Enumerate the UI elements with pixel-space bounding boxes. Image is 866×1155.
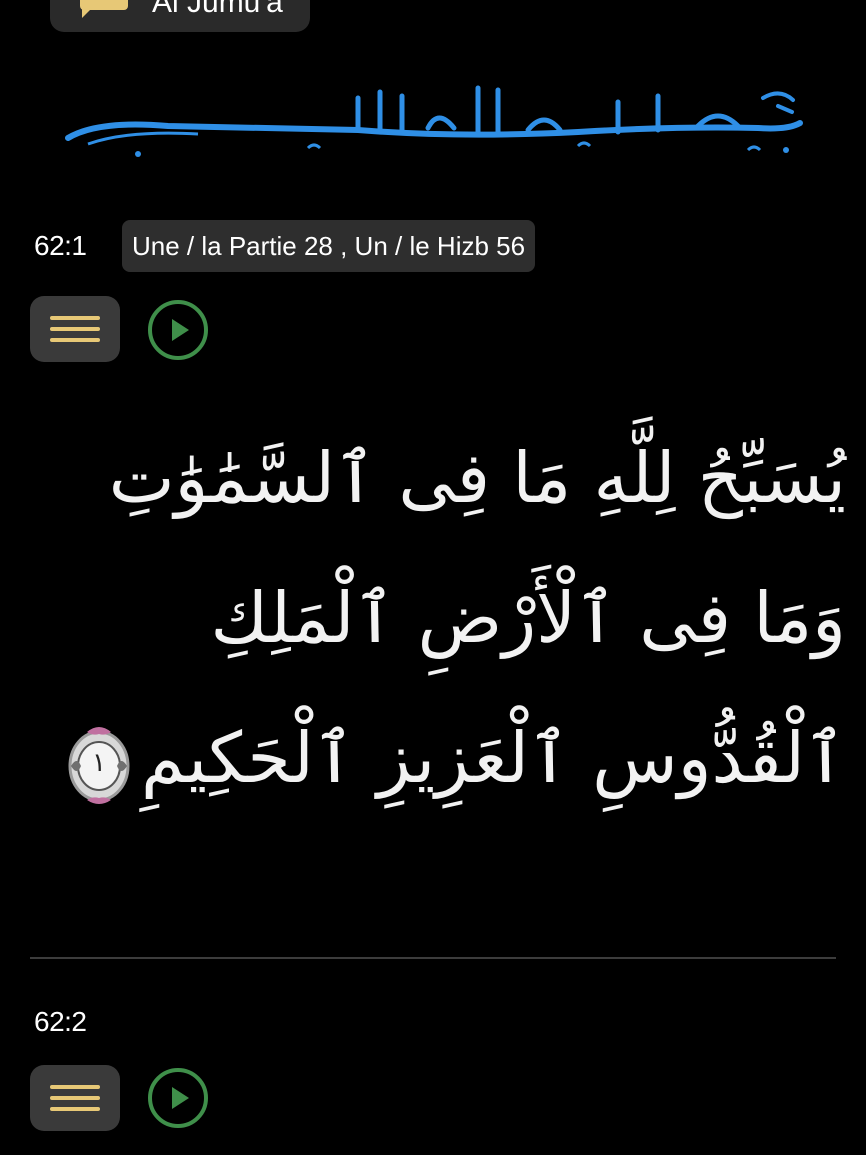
verse-divider bbox=[30, 957, 836, 959]
speech-bubble-icon bbox=[80, 0, 130, 18]
juz-hizb-badge: Une / la Partie 28 , Un / le Hizb 56 bbox=[122, 220, 536, 272]
ayah-text: يُسَبِّحُ لِلَّهِ مَا فِى ٱلسَّمَٰوَٰتِ … bbox=[108, 437, 846, 799]
surah-chip[interactable]: Al Jumu'a bbox=[50, 0, 310, 32]
basmala-calligraphy bbox=[58, 68, 808, 168]
verse-menu-button[interactable] bbox=[30, 296, 120, 362]
ayah-end-marker-icon: ١ bbox=[67, 722, 131, 804]
verse-number: 62:2 bbox=[34, 1006, 87, 1037]
ayah-number: ١ bbox=[92, 747, 106, 778]
surah-chip-label: Al Jumu'a bbox=[152, 0, 283, 19]
hamburger-menu-icon bbox=[50, 316, 100, 320]
hamburger-menu-icon bbox=[50, 1085, 100, 1089]
play-icon bbox=[172, 1087, 189, 1109]
play-button[interactable] bbox=[148, 1068, 208, 1128]
ayah-text-block: يُسَبِّحُ لِلَّهِ مَا فِى ٱلسَّمَٰوَٰتِ … bbox=[16, 408, 846, 828]
play-icon bbox=[172, 319, 189, 341]
verse-menu-button[interactable] bbox=[30, 1065, 120, 1131]
verse-number: 62:1 bbox=[34, 230, 87, 261]
play-button[interactable] bbox=[148, 300, 208, 360]
